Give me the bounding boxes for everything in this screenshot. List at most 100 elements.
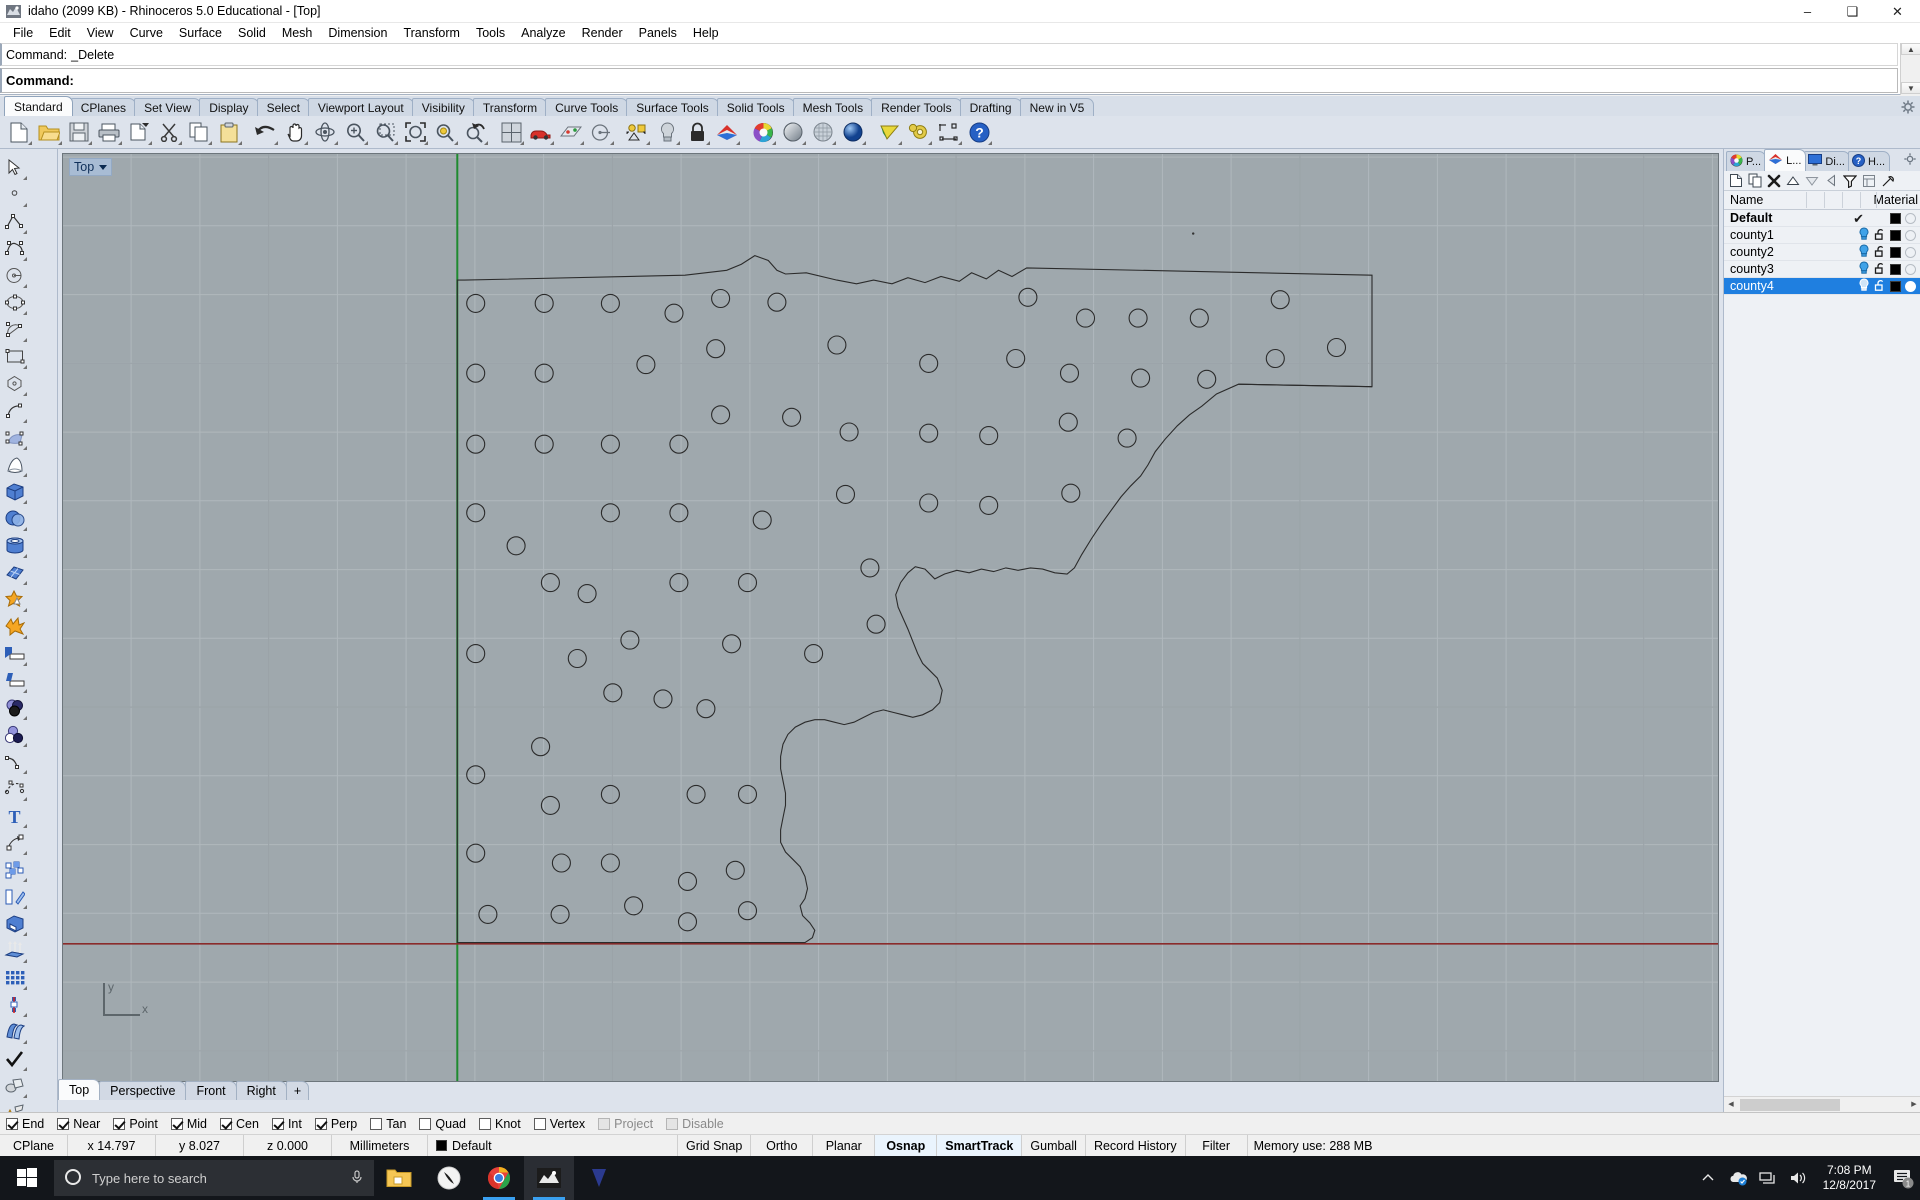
toolbar-tab-render-tools[interactable]: Render Tools [871,98,962,116]
status-toggle-gumball[interactable]: Gumball [1022,1134,1086,1157]
toolbar-tab-transform[interactable]: Transform [472,98,548,116]
layer-tools-icon[interactable] [1879,172,1897,190]
menu-item-surface[interactable]: Surface [171,24,230,42]
toolbar-tab-drafting[interactable]: Drafting [959,98,1022,116]
menu-item-tools[interactable]: Tools [468,24,513,42]
command-scroll-down[interactable]: ▼ [1901,82,1920,94]
osnap-near[interactable]: Near [57,1117,100,1131]
osnap-checkbox-mid[interactable] [170,1117,183,1130]
search-input[interactable]: Type here to search [54,1160,374,1196]
status-cplane[interactable]: CPlane [0,1134,68,1157]
duplicate-layer-icon[interactable] [1746,172,1764,190]
menu-item-mesh[interactable]: Mesh [274,24,321,42]
layer-visibility-bulb-icon[interactable] [1858,227,1870,243]
viewport-title-label[interactable]: Top [69,158,113,176]
boolean-difference-icon[interactable] [0,694,29,721]
copy-to-clipboard-icon[interactable] [124,118,154,147]
help-icon[interactable]: ? [964,118,994,147]
layer-row-county1[interactable]: county1 [1724,227,1920,244]
close-button[interactable]: ✕ [1875,0,1920,23]
layer-color-swatch[interactable] [1890,246,1901,258]
hscroll-left-arrow[interactable]: ◀ [1724,1098,1738,1112]
extrude-solid-icon[interactable] [0,910,29,937]
layer-lock-icon[interactable] [1874,279,1886,294]
save-icon[interactable] [64,118,94,147]
microphone-icon[interactable] [350,1169,364,1188]
osnap-checkbox-vertex[interactable] [533,1117,546,1130]
toolbar-tab-viewport-layout[interactable]: Viewport Layout [307,98,414,116]
osnap-checkbox-tan[interactable] [370,1117,383,1130]
osnap-checkbox-int[interactable] [271,1117,284,1130]
offset-surface-icon[interactable] [0,1018,29,1045]
mesh-surface-icon[interactable] [0,559,29,586]
curve-control-points-icon[interactable] [0,235,29,262]
render-preview-car-icon[interactable] [526,118,556,147]
arc-icon[interactable] [0,316,29,343]
status-toggle-smarttrack[interactable]: SmartTrack [937,1134,1023,1157]
layers-icon[interactable] [712,118,742,147]
viewport-layout-icon[interactable] [496,118,526,147]
paste-icon[interactable] [214,118,244,147]
hscroll-right-arrow[interactable]: ▶ [1907,1098,1920,1112]
dimension-leader-icon[interactable] [0,829,29,856]
menu-item-analyze[interactable]: Analyze [513,24,573,42]
layer-panel-hscrollbar[interactable]: ◀ ▶ [1724,1096,1920,1112]
menu-item-transform[interactable]: Transform [395,24,468,42]
command-history[interactable]: Command: _Delete [0,43,1898,66]
osnap-perp[interactable]: Perp [314,1117,357,1131]
layer-row-county3[interactable]: county3 [1724,261,1920,278]
menu-item-render[interactable]: Render [574,24,631,42]
command-prompt[interactable]: Command: [0,68,1898,93]
layer-lock-icon[interactable] [1874,245,1886,260]
current-layer-check-icon[interactable]: ✔ [1853,212,1864,225]
taskbar-app-bluebeam-icon[interactable] [574,1156,624,1200]
surface-control-points-icon[interactable] [0,424,29,451]
fillet-curve-icon[interactable] [0,748,29,775]
layer-visibility-bulb-icon[interactable] [1858,244,1870,260]
show-hidden-icons-chevron-icon[interactable] [1693,1156,1723,1200]
layer-color-swatch[interactable] [1890,229,1901,241]
viewport-tab-perspective[interactable]: Perspective [99,1081,187,1100]
move-layer-up-icon[interactable] [1784,172,1802,190]
layer-lock-icon[interactable] [1874,262,1886,277]
osnap-vertex[interactable]: Vertex [533,1117,585,1131]
top-viewport[interactable]: Top y x [62,153,1719,1082]
taskbar-app-rhinoceros-icon[interactable] [524,1156,574,1200]
ellipse-icon[interactable] [0,289,29,316]
panel-tab-properties-color-wheel[interactable]: P... [1726,151,1767,171]
panel-tab-help[interactable]: ? H... [1847,151,1891,171]
layer-material-swatch[interactable] [1905,263,1916,275]
polygon-icon[interactable] [0,370,29,397]
layer-color-swatch[interactable] [1890,212,1901,224]
move-layer-down-icon[interactable] [1803,172,1821,190]
toolbar-tab-solid-tools[interactable]: Solid Tools [716,98,795,116]
check-objects-icon[interactable] [0,1045,29,1072]
osnap-end[interactable]: End [6,1117,44,1131]
status-units[interactable]: Millimeters [332,1134,428,1157]
osnap-project[interactable]: Project [598,1117,653,1131]
status-current-layer[interactable]: Default [428,1134,678,1157]
osnap-knot[interactable]: Knot [479,1117,521,1131]
volume-icon[interactable] [1783,1156,1813,1200]
viewport-tab-front[interactable]: Front [185,1081,237,1100]
toolbar-tab-visibility[interactable]: Visibility [411,98,475,116]
osnap-point[interactable]: Point [113,1117,158,1131]
layer-color-swatch[interactable] [1890,280,1901,292]
zoom-window-icon[interactable] [370,118,400,147]
osnap-int[interactable]: Int [271,1117,302,1131]
menu-item-edit[interactable]: Edit [41,24,79,42]
polyline-icon[interactable] [0,208,29,235]
split-icon[interactable] [0,667,29,694]
layer-lock-icon[interactable] [1874,228,1886,243]
layer-material-swatch[interactable] [1905,280,1916,292]
layer-row-default[interactable]: Default ✔ [1724,210,1920,227]
rectangle-icon[interactable] [0,343,29,370]
trim-icon[interactable] [0,640,29,667]
osnap-tan[interactable]: Tan [370,1117,406,1131]
surface-loft-icon[interactable] [0,451,29,478]
new-file-icon[interactable] [4,118,34,147]
layer-back-icon[interactable] [1822,172,1840,190]
transform-scale-icon[interactable] [0,883,29,910]
explode-icon[interactable] [0,613,29,640]
light-bulb-icon[interactable] [652,118,682,147]
